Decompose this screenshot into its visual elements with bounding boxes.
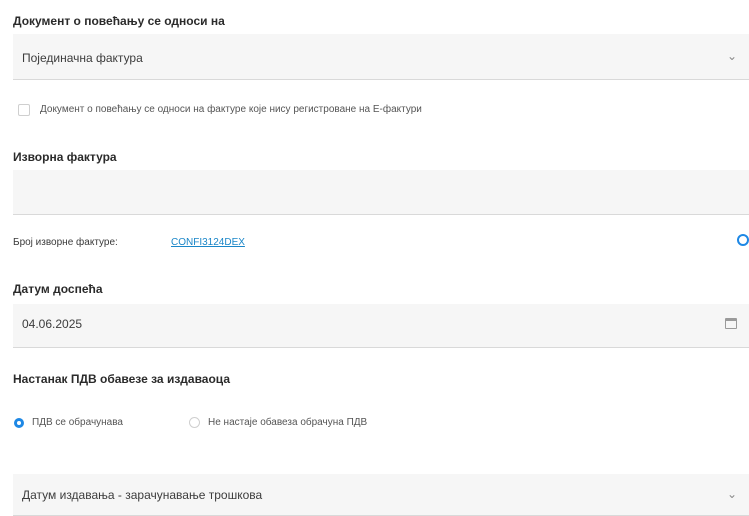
chevron-down-icon: ⌄	[726, 49, 737, 63]
unregistered-invoices-checkbox[interactable]	[18, 104, 30, 116]
source-invoice-number-label: Број изворне фактуре:	[13, 237, 118, 248]
vat-option-not-arising[interactable]: Не настаје обавеза обрачуна ПДВ	[189, 417, 367, 428]
source-invoice-label: Изворна фактура	[13, 150, 117, 164]
document-related-value: Појединачна фактура	[22, 51, 143, 65]
document-related-label: Документ о повећању се односи на	[13, 14, 225, 28]
vat-obligation-label: Настанак ПДВ обавезе за издаваоца	[13, 372, 230, 386]
date-basis-select[interactable]: Датум издавања - зарачунавање трошкова ⌄	[13, 474, 749, 516]
due-date-input[interactable]: 04.06.2025	[13, 304, 749, 348]
unregistered-invoices-label: Документ о повећању се односи на фактуре…	[40, 104, 422, 115]
document-related-select[interactable]: Појединачна фактура ⌄	[13, 34, 749, 80]
clear-icon[interactable]	[737, 234, 749, 246]
vat-option-not-arising-label: Не настаје обавеза обрачуна ПДВ	[208, 417, 368, 428]
vat-option-calculated-label: ПДВ се обрачунава	[32, 417, 123, 428]
due-date-value: 04.06.2025	[22, 317, 83, 331]
date-basis-value: Датум издавања - зарачунавање трошкова	[22, 488, 263, 502]
source-invoice-number-link[interactable]: CONFI3124DEX	[171, 237, 245, 248]
radio-unselected-icon[interactable]	[189, 417, 200, 428]
calendar-icon[interactable]	[725, 318, 737, 329]
due-date-label: Датум доспећа	[13, 282, 103, 296]
vat-option-calculated[interactable]: ПДВ се обрачунава	[14, 417, 123, 428]
radio-selected-icon[interactable]	[14, 417, 24, 428]
source-invoice-input[interactable]	[13, 170, 749, 215]
chevron-down-icon: ⌄	[726, 487, 737, 501]
